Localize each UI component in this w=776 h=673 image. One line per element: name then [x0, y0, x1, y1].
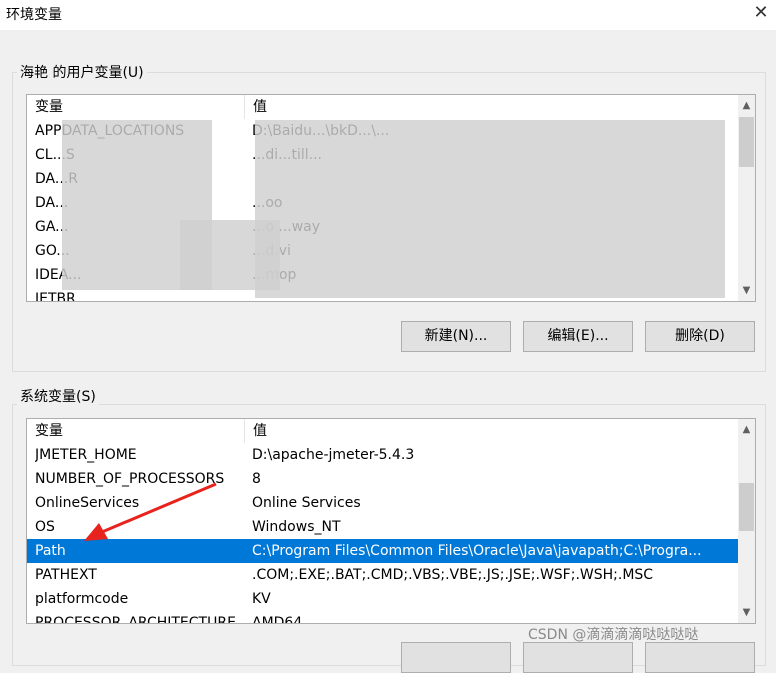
- variable-value: C:\Program Files\Common Files\Oracle\Jav…: [252, 543, 702, 559]
- column-header-value[interactable]: 值: [245, 95, 738, 119]
- variable-value: AMD64: [252, 615, 303, 623]
- system-variables-list[interactable]: 变量 值 JMETER_HOME D:\apache-jmeter-5.4.3 NU…: [26, 418, 756, 624]
- system-list-scrollbar[interactable]: ▲ ▼: [738, 419, 755, 623]
- variable-value: D:\apache-jmeter-5.4.3: [252, 447, 415, 463]
- system-variables-rows: JMETER_HOME D:\apache-jmeter-5.4.3 NUMBER_…: [27, 443, 738, 623]
- scroll-down-icon[interactable]: ▼: [738, 282, 755, 299]
- delete-system-variable-button[interactable]: [645, 642, 755, 673]
- scrollbar-thumb[interactable]: [739, 117, 754, 167]
- column-header-value[interactable]: 值: [245, 419, 738, 443]
- user-variables-label: 海艳 的用户变量(U): [17, 62, 147, 82]
- variable-value: 8: [252, 471, 261, 487]
- table-row[interactable]: PROCESSOR_ARCHITECTURE AMD64: [27, 611, 738, 623]
- scroll-down-icon[interactable]: ▼: [738, 604, 755, 621]
- variable-value: Online Services: [252, 495, 361, 511]
- variable-name: OS: [35, 519, 55, 535]
- table-row[interactable]: OS Windows_NT: [27, 515, 738, 539]
- title-bar: [0, 0, 776, 30]
- table-row[interactable]: JMETER_HOME D:\apache-jmeter-5.4.3: [27, 443, 738, 467]
- column-header-name[interactable]: 变量: [27, 419, 245, 443]
- variable-name: PATHEXT: [35, 567, 97, 583]
- privacy-blur: [180, 220, 280, 290]
- privacy-blur: [255, 120, 725, 298]
- delete-user-variable-button[interactable]: 删除(D): [645, 321, 755, 352]
- variable-name: Path: [35, 543, 66, 559]
- variable-name: OnlineServices: [35, 495, 140, 511]
- scrollbar-thumb[interactable]: [739, 483, 754, 531]
- table-row[interactable]: Path C:\Program Files\Common Files\Oracle…: [27, 539, 738, 563]
- variable-name: platformcode: [35, 591, 129, 607]
- variable-name: NUMBER_OF_PROCESSORS: [35, 471, 225, 487]
- edit-system-variable-button[interactable]: [523, 642, 633, 673]
- column-header-name[interactable]: 变量: [27, 95, 245, 119]
- list-header: 变量 值: [27, 419, 738, 443]
- edit-user-variable-button[interactable]: 编辑(E)...: [523, 321, 633, 352]
- scroll-up-icon[interactable]: ▲: [738, 421, 755, 438]
- table-row[interactable]: platformcode KV: [27, 587, 738, 611]
- variable-value: Windows_NT: [252, 519, 341, 535]
- table-row[interactable]: OnlineServices Online Services: [27, 491, 738, 515]
- scroll-up-icon[interactable]: ▲: [738, 97, 755, 114]
- table-row[interactable]: PATHEXT .COM;.EXE;.BAT;.CMD;.VBS;.VBE;.JS…: [27, 563, 738, 587]
- window-title: 环境变量: [6, 7, 62, 23]
- system-variables-label: 系统变量(S): [17, 386, 99, 406]
- close-icon[interactable]: ✕: [748, 2, 774, 26]
- variable-value: .COM;.EXE;.BAT;.CMD;.VBS;.VBE;.JS;.JSE;.…: [252, 567, 654, 583]
- new-user-variable-button[interactable]: 新建(N)...: [401, 321, 511, 352]
- list-header: 变量 值: [27, 95, 738, 119]
- new-system-variable-button[interactable]: [401, 642, 511, 673]
- variable-name: PROCESSOR_ARCHITECTURE: [35, 615, 236, 623]
- variable-value: KV: [252, 591, 271, 607]
- watermark: CSDN @滴滴滴滴哒哒哒哒: [528, 627, 699, 643]
- table-row[interactable]: NUMBER_OF_PROCESSORS 8: [27, 467, 738, 491]
- user-list-scrollbar[interactable]: ▲ ▼: [738, 95, 755, 301]
- variable-name: JMETER_HOME: [35, 447, 137, 463]
